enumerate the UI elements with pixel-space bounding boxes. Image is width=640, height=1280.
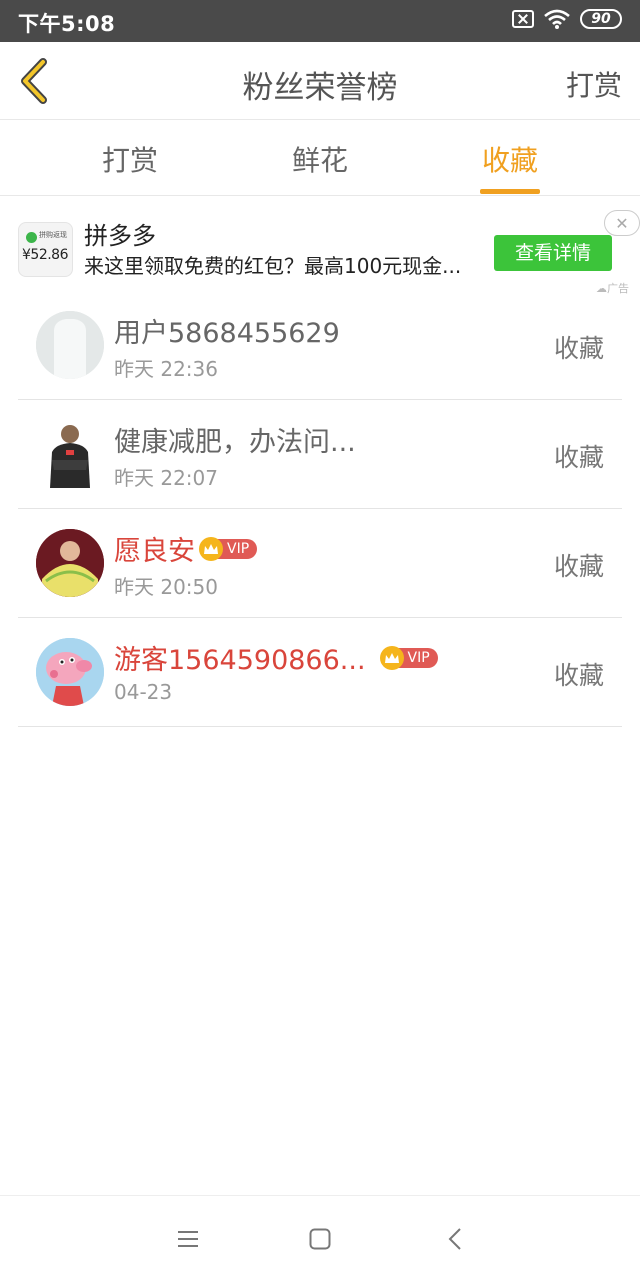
list-item[interactable]: 用户5868455629 昨天 22:36 收藏 — [0, 291, 640, 400]
check-icon — [26, 232, 37, 243]
list-item[interactable]: 游客1564590866... VIP 04-23 收藏 — [0, 618, 640, 727]
menu-icon — [178, 1231, 198, 1247]
ad-title: 拼多多 — [84, 222, 156, 250]
fan-time: 昨天 22:07 — [114, 466, 218, 490]
title-bar: 粉丝荣誉榜 打赏 — [0, 42, 640, 120]
person-photo-icon — [36, 529, 104, 597]
wifi-icon — [544, 9, 570, 29]
fan-name-text: 愿良安 — [114, 536, 195, 567]
crown-icon — [199, 536, 223, 561]
ad-icon-amount: ¥52.86 — [22, 247, 69, 263]
fan-action: 收藏 — [553, 552, 604, 581]
fan-time: 04-23 — [114, 680, 173, 704]
fan-action: 收藏 — [553, 443, 604, 472]
tab-reward[interactable]: 打赏 — [70, 139, 190, 179]
fan-name: 用户5868455629 — [114, 318, 340, 349]
pig-cartoon-icon — [36, 638, 104, 706]
ad-close-button[interactable]: ✕ — [604, 210, 640, 236]
fan-name: 愿良安 VIP — [114, 529, 258, 568]
person-photo-icon — [50, 425, 90, 488]
ad-banner[interactable]: 拼购返现 ¥52.86 拼多多 来这里领取免费的红包？最高100元现金... 查… — [0, 196, 640, 296]
home-button[interactable] — [305, 1224, 335, 1254]
fan-name-text: 游客1564590866... — [114, 645, 366, 676]
vip-badge: VIP — [199, 536, 258, 561]
status-icons: 90 — [512, 9, 622, 29]
tab-favorites[interactable]: 收藏 — [450, 139, 570, 194]
list-item[interactable]: 愿良安 VIP 昨天 20:50 收藏 — [0, 509, 640, 618]
fan-time: 昨天 22:36 — [114, 357, 218, 381]
list-item[interactable]: 健康减肥，办法问... 昨天 22:07 收藏 — [0, 400, 640, 509]
vip-badge: VIP — [379, 645, 438, 670]
avatar — [36, 420, 104, 488]
tab-flowers[interactable]: 鲜花 — [260, 139, 380, 179]
avatar — [36, 638, 104, 706]
fan-action: 收藏 — [553, 661, 604, 690]
avatar — [36, 529, 104, 597]
fan-name: 游客1564590866... VIP — [114, 638, 438, 677]
ad-icon-label: 拼购返现 — [39, 231, 67, 239]
fan-name: 健康减肥，办法问... — [114, 427, 356, 458]
ad-view-details-button[interactable]: 查看详情 — [494, 235, 612, 271]
default-avatar-icon — [36, 311, 104, 379]
fan-time: 昨天 20:50 — [114, 575, 218, 599]
home-square-icon — [309, 1228, 331, 1250]
fan-list: 用户5868455629 昨天 22:36 收藏 健康减肥，办法问... 昨天 … — [0, 291, 640, 727]
fan-action: 收藏 — [553, 334, 604, 363]
system-nav-bar — [0, 1195, 640, 1280]
reward-button[interactable]: 打赏 — [566, 64, 622, 104]
avatar — [36, 311, 104, 379]
status-bar: 下午5:08 90 — [0, 0, 640, 42]
ad-app-icon: 拼购返现 ¥52.86 — [18, 222, 73, 277]
page-title: 粉丝荣誉榜 — [242, 70, 398, 106]
ad-description: 来这里领取免费的红包？最高100元现金... — [84, 254, 462, 278]
no-sim-icon — [512, 10, 534, 28]
vip-label: VIP — [217, 538, 258, 559]
menu-button[interactable] — [173, 1224, 203, 1254]
close-icon: ✕ — [615, 213, 629, 233]
tab-bar: 打赏 鲜花 收藏 — [0, 121, 640, 196]
back-nav-button[interactable] — [440, 1224, 470, 1254]
vip-label: VIP — [397, 647, 438, 668]
divider — [18, 726, 622, 727]
back-arrow-icon — [448, 1228, 461, 1250]
battery-indicator: 90 — [580, 9, 622, 29]
crown-icon — [379, 645, 404, 670]
status-time: 下午5:08 — [18, 12, 116, 36]
